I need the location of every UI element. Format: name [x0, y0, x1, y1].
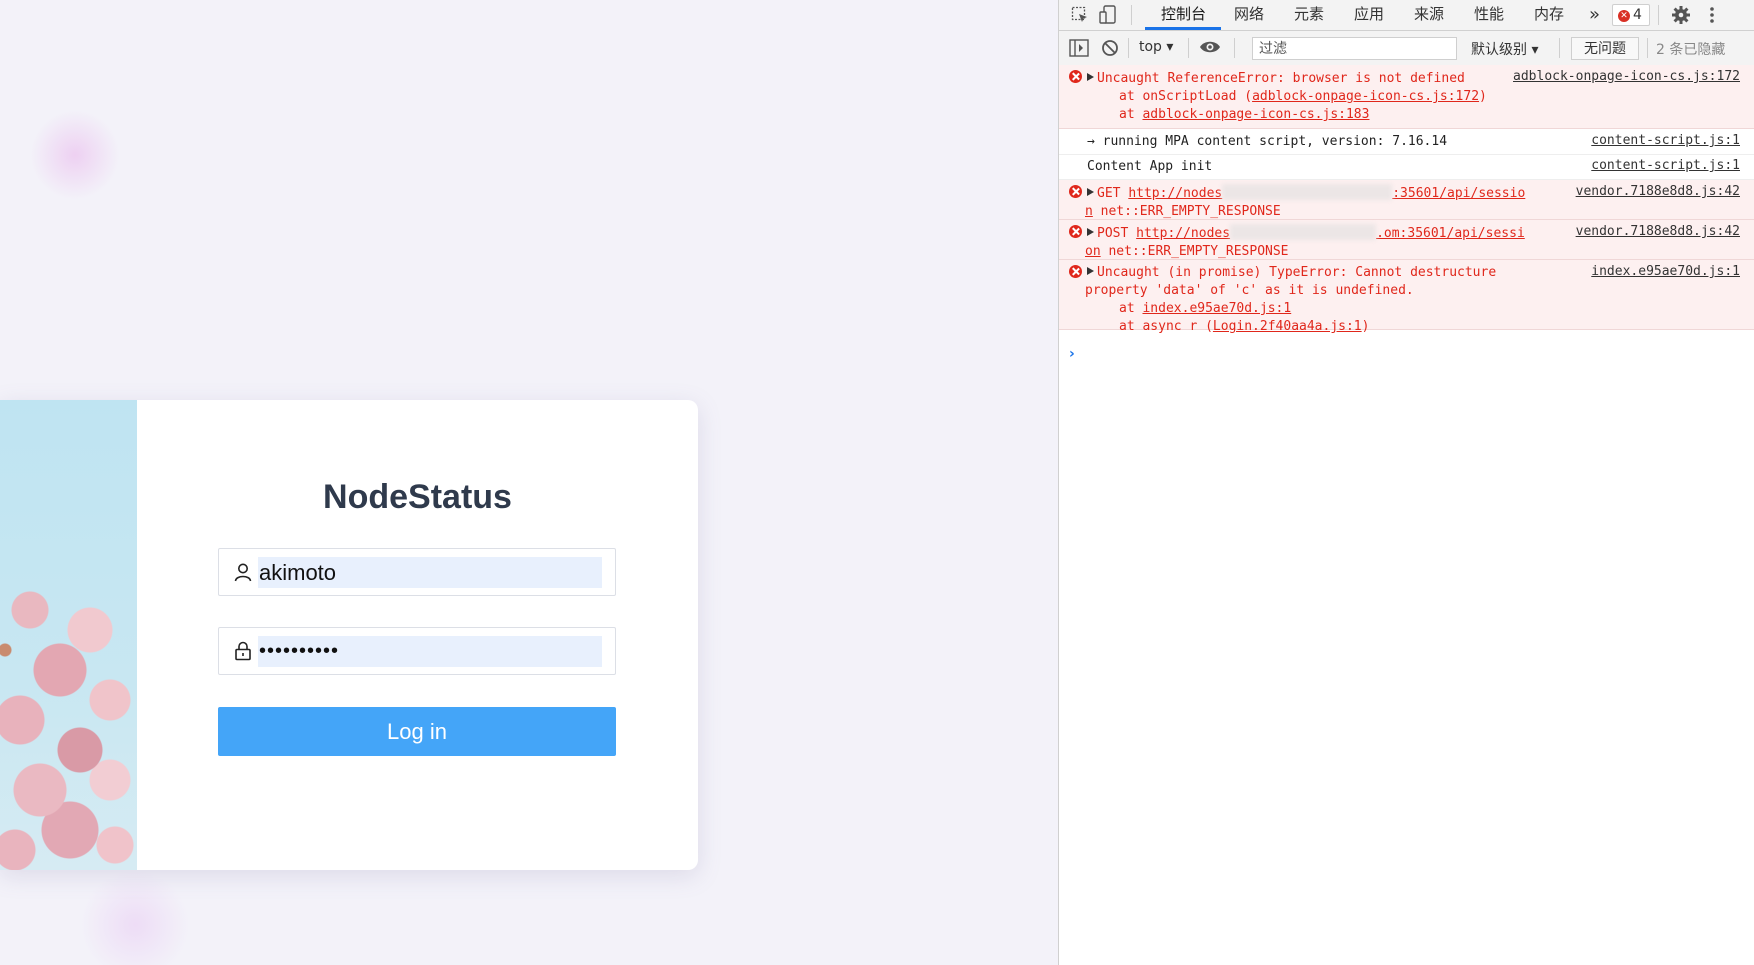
password-field[interactable]: ••••••••••: [218, 627, 616, 675]
tab-sources[interactable]: 来源: [1414, 0, 1444, 30]
login-page: NodeStatus akimoto •••••••••• Log in: [0, 0, 1058, 965]
cherry-blossom-image: [0, 400, 137, 870]
redacted-hostname: [1230, 224, 1377, 240]
error-icon: ✕: [1618, 10, 1630, 22]
tab-memory[interactable]: 内存: [1534, 0, 1564, 30]
background-decoration: [80, 870, 190, 965]
active-tab-indicator: [1145, 27, 1221, 30]
error-icon: [1069, 265, 1082, 278]
tab-network[interactable]: 网络: [1234, 0, 1264, 30]
console-toolbar: top ▾ 过滤 默认级别 ▾ 无问题 2 条已隐藏: [1059, 31, 1754, 66]
more-options-icon[interactable]: [1709, 5, 1715, 29]
sidebar-toggle-icon[interactable]: [1069, 39, 1089, 61]
source-link[interactable]: content-script.js:1: [1591, 158, 1740, 173]
hidden-messages-count: 2 条已隐藏: [1656, 42, 1726, 58]
expand-triangle-icon[interactable]: [1087, 228, 1094, 236]
console-prompt-icon[interactable]: ›: [1069, 346, 1075, 362]
log-level-dropdown[interactable]: 默认级别 ▾: [1471, 39, 1538, 59]
source-link[interactable]: index.e95ae70d.js:1: [1591, 264, 1740, 279]
source-link[interactable]: content-script.js:1: [1591, 133, 1740, 148]
more-tabs-button[interactable]: »: [1589, 0, 1600, 30]
error-icon: [1069, 70, 1082, 83]
expand-triangle-icon[interactable]: [1087, 267, 1094, 275]
tab-application[interactable]: 应用: [1354, 0, 1384, 30]
login-button[interactable]: Log in: [218, 707, 616, 756]
device-toolbar-icon[interactable]: [1099, 5, 1117, 29]
error-count-badge[interactable]: ✕ 4: [1612, 4, 1650, 26]
console-error-message[interactable]: GET http://nodes:35601/api/sessio n net:…: [1059, 180, 1754, 220]
user-icon: [233, 562, 253, 582]
tab-elements[interactable]: 元素: [1294, 0, 1324, 30]
tab-console[interactable]: 控制台: [1161, 0, 1206, 30]
devtools-tabbar: 控制台 网络 元素 应用 来源 性能 内存 » ✕ 4: [1059, 0, 1754, 31]
username-input[interactable]: akimoto: [258, 557, 602, 588]
username-field[interactable]: akimoto: [218, 548, 616, 596]
console-log-message: → running MPA content script, version: 7…: [1059, 129, 1754, 155]
lock-icon: [233, 641, 253, 661]
live-expression-eye-icon[interactable]: [1199, 39, 1221, 59]
context-selector[interactable]: top ▾: [1139, 39, 1173, 55]
expand-triangle-icon[interactable]: [1087, 188, 1094, 196]
filter-input[interactable]: 过滤: [1252, 37, 1457, 60]
background-decoration: [30, 110, 120, 200]
password-input[interactable]: ••••••••••: [258, 636, 602, 667]
tab-performance[interactable]: 性能: [1474, 0, 1504, 30]
app-title: NodeStatus: [323, 478, 512, 516]
source-link[interactable]: vendor.7188e8d8.js:42: [1576, 184, 1740, 199]
settings-gear-icon[interactable]: [1671, 5, 1691, 29]
error-icon: [1069, 225, 1082, 238]
console-messages: Uncaught ReferenceError: browser is not …: [1059, 65, 1754, 334]
source-link[interactable]: adblock-onpage-icon-cs.js:172: [1513, 69, 1740, 84]
console-error-message[interactable]: Uncaught ReferenceError: browser is not …: [1059, 65, 1754, 129]
console-error-message[interactable]: POST http://nodes .om:35601/api/sessi on …: [1059, 220, 1754, 260]
console-error-message[interactable]: Uncaught (in promise) TypeError: Cannot …: [1059, 260, 1754, 334]
devtools-panel: 控制台 网络 元素 应用 来源 性能 内存 » ✕ 4 top ▾ 过滤 默认级…: [1058, 0, 1754, 965]
redacted-hostname: [1222, 184, 1393, 200]
expand-triangle-icon[interactable]: [1087, 73, 1094, 81]
inspect-element-icon[interactable]: [1071, 6, 1089, 28]
console-log-message: Content App init content-script.js:1: [1059, 155, 1754, 180]
issues-button[interactable]: 无问题: [1571, 37, 1639, 60]
clear-console-icon[interactable]: [1101, 39, 1119, 61]
error-icon: [1069, 185, 1082, 198]
source-link[interactable]: vendor.7188e8d8.js:42: [1576, 224, 1740, 239]
